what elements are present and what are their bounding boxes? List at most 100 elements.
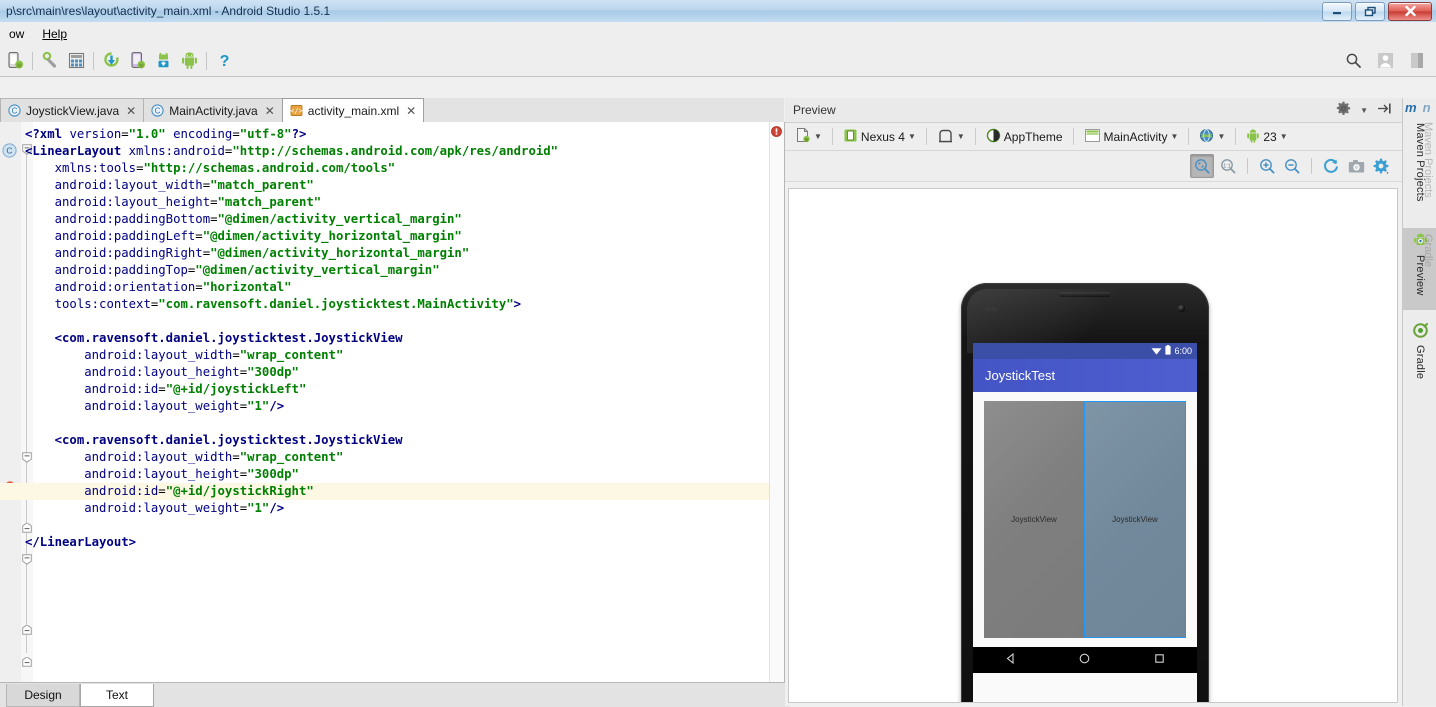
activity-chooser[interactable]: MainActivity ▼ [1080,126,1183,148]
sync-project-gradle-icon[interactable] [98,48,124,73]
minimize-button[interactable] [1322,2,1352,21]
zoom-to-fit-button[interactable] [1190,154,1214,178]
code-line[interactable]: </LinearLayout> [25,534,768,551]
code-line[interactable]: <LinearLayout xmlns:android="http://sche… [25,143,768,160]
chevron-down-icon[interactable]: ▼ [814,132,822,141]
code-line[interactable]: android:paddingBottom="@dimen/activity_v… [25,211,768,228]
chevron-down-icon[interactable]: ▼ [1217,132,1225,141]
code-token: encoding [173,127,232,141]
android-recents-button[interactable] [1153,652,1166,668]
android-download-icon[interactable] [150,48,176,73]
configuration-chooser[interactable]: ▼ [791,125,826,148]
code-line[interactable]: android:paddingTop="@dimen/activity_vert… [25,262,768,279]
android-robot-icon[interactable] [176,48,202,73]
android-home-button[interactable] [1078,652,1091,668]
code-line[interactable]: android:layout_height="match_parent" [25,194,768,211]
android-studio-window: p\src\main\res\layout\activity_main.xml … [0,0,1436,706]
code-line[interactable]: android:layout_width="match_parent" [25,177,768,194]
layout-content-area[interactable]: JoystickView JoystickView [973,392,1197,647]
refresh-button[interactable] [1320,155,1342,177]
layout-inspector-icon[interactable] [63,48,89,73]
toolbar-separator [926,128,927,145]
code-line[interactable]: <com.ravensoft.daniel.joysticktest.Joyst… [25,330,768,347]
orientation-chooser[interactable]: ▼ [933,126,969,148]
code-line[interactable] [25,313,768,330]
intention-bulb-icon[interactable] [3,480,17,500]
device-monitor-icon[interactable] [124,48,150,73]
preview-settings-button[interactable] [1370,155,1392,177]
code-line[interactable]: android:paddingLeft="@dimen/activity_hor… [25,228,768,245]
error-marker-icon[interactable] [771,126,782,140]
chevron-down-icon[interactable]: ▼ [1171,132,1179,141]
device-screen[interactable]: 6:00 JoystickTest JoystickView JoystickV… [973,343,1197,703]
preview-header-actions: ▼ [1336,101,1398,119]
close-button[interactable] [1388,2,1432,21]
restore-button[interactable] [1355,2,1385,21]
zoom-actual-size-button[interactable]: 1:1 [1217,155,1239,177]
joystick-view-left[interactable]: JoystickView [984,401,1084,638]
search-icon[interactable] [1340,48,1366,73]
code-line[interactable]: tools:context="com.ravensoft.daniel.joys… [25,296,768,313]
theme-chooser[interactable]: AppTheme [982,126,1067,148]
code-indent [25,382,84,396]
code-line[interactable]: android:layout_weight="1"/> [25,500,768,517]
hide-panel-icon[interactable] [1377,102,1392,118]
device-frame-nexus-4: 6:00 JoystickTest JoystickView JoystickV… [961,283,1209,703]
code-line[interactable]: android:layout_height="300dp" [25,364,768,381]
editor-gutter[interactable]: C [0,122,22,682]
code-editor[interactable]: C [0,122,785,682]
code-line[interactable]: android:paddingRight="@dimen/activity_ho… [25,245,768,262]
code-line[interactable]: <?xml version="1.0" encoding="utf-8"?> [25,126,768,143]
close-icon[interactable]: ✕ [265,104,275,118]
code-line[interactable]: android:orientation="horizontal" [25,279,768,296]
zoom-out-button[interactable] [1281,155,1303,177]
close-icon[interactable]: ✕ [126,104,136,118]
code-line[interactable] [25,415,768,432]
close-icon[interactable]: ✕ [406,104,416,118]
editor-tab-activity-main-xml[interactable]: </> activity_main.xml ✕ [282,98,424,122]
code-text[interactable]: <?xml version="1.0" encoding="utf-8"?><L… [25,122,768,682]
code-line[interactable]: android:id="@+id/joystickLeft" [25,381,768,398]
tool-tab-gradle[interactable]: Gradle [1403,318,1436,396]
class-marker-icon[interactable]: C [2,143,17,161]
code-line[interactable]: xmlns:tools="http://schemas.android.com/… [25,160,768,177]
menu-help[interactable]: Help [33,24,76,44]
device-chooser[interactable]: Nexus 4 ▼ [839,126,920,148]
code-token: "@dimen/activity_vertical_margin" [195,263,439,277]
chevron-down-icon[interactable]: ▼ [957,132,965,141]
sdk-manager-icon[interactable] [37,48,63,73]
editor-tab-mainactivity-java[interactable]: C MainActivity.java ✕ [143,98,283,122]
screenshot-button[interactable] [1345,155,1367,177]
code-line[interactable]: android:id="@+id/joystickRight" [25,483,768,500]
chevron-down-icon[interactable]: ▼ [1280,132,1288,141]
tab-text[interactable]: Text [80,684,154,707]
joystick-view-right-label: JoystickView [1112,515,1158,524]
panel-toggle-icon[interactable] [1404,48,1430,73]
toolbar-separator [93,52,94,70]
locale-chooser[interactable]: ▼ [1195,126,1229,148]
help-icon[interactable]: ? [211,48,237,73]
tab-design[interactable]: Design [6,684,80,707]
error-stripe-gutter[interactable] [769,122,784,682]
avd-manager-icon[interactable] [2,48,28,73]
user-account-icon[interactable] [1372,48,1398,73]
theme-label: AppTheme [1004,130,1063,144]
menu-window[interactable]: ow [0,24,33,44]
preview-canvas[interactable]: 6:00 JoystickTest JoystickView JoystickV… [788,188,1398,703]
zoom-in-button[interactable] [1256,155,1278,177]
code-line[interactable]: android:layout_width="wrap_content" [25,347,768,364]
editor-tab-joystickview-java[interactable]: C JoystickView.java ✕ [0,98,144,122]
code-line[interactable]: android:layout_weight="1"/> [25,398,768,415]
code-line[interactable]: <com.ravensoft.daniel.joysticktest.Joyst… [25,432,768,449]
code-line[interactable]: android:layout_height="300dp" [25,466,768,483]
svg-text:C: C [6,146,12,156]
android-back-button[interactable] [1004,652,1017,668]
chevron-down-icon[interactable]: ▼ [908,132,916,141]
joystick-view-right[interactable]: JoystickView [1084,401,1186,638]
api-chooser[interactable]: 23 ▼ [1242,126,1291,148]
gear-icon[interactable] [1336,101,1351,119]
chevron-down-icon[interactable]: ▼ [1360,106,1368,115]
code-line[interactable]: android:layout_width="wrap_content" [25,449,768,466]
code-line[interactable] [25,517,768,534]
xml-layout-icon: </> [290,104,303,117]
